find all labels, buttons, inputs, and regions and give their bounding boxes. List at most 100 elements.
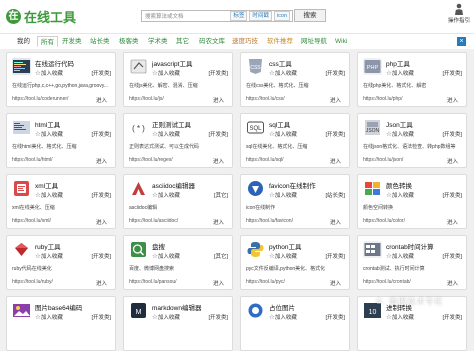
tab-9[interactable]: 软件推荐 bbox=[264, 36, 296, 47]
card-title[interactable]: 颜色转换 bbox=[386, 180, 412, 190]
card-title[interactable]: sql工具 bbox=[269, 119, 290, 129]
tool-card[interactable]: xml工具 ☆加入收藏 [开发类] xml在线美化、压缩 https://tool.lu… bbox=[6, 174, 116, 229]
enter-button[interactable]: 进入 bbox=[330, 96, 341, 104]
favorite-button[interactable]: ☆加入收藏 bbox=[386, 191, 414, 199]
tab-11[interactable]: Wiki bbox=[332, 36, 350, 47]
category-tag[interactable]: [其它] bbox=[214, 191, 228, 199]
category-tag[interactable]: [开发类] bbox=[442, 69, 462, 77]
favorite-button[interactable]: ☆加入收藏 bbox=[269, 130, 297, 138]
category-tag[interactable]: [开发类] bbox=[91, 130, 111, 138]
category-tag[interactable]: [开发类] bbox=[208, 130, 228, 138]
category-tag[interactable]: [开发类] bbox=[442, 130, 462, 138]
enter-button[interactable]: 进入 bbox=[213, 218, 224, 226]
site-logo[interactable]: 在 在线工具 bbox=[6, 7, 76, 26]
card-title[interactable]: xml工具 bbox=[35, 180, 58, 190]
favorite-button[interactable]: ☆加入收藏 bbox=[152, 252, 180, 260]
search-filter-tag[interactable]: 标签 bbox=[230, 11, 248, 21]
favorite-button[interactable]: ☆加入收藏 bbox=[35, 69, 63, 77]
favorite-button[interactable]: ☆加入收藏 bbox=[152, 191, 180, 199]
card-title[interactable]: 在线运行代码 bbox=[35, 58, 74, 68]
search-input[interactable]: 搜索算法或文档 bbox=[145, 12, 230, 20]
favorite-button[interactable]: ☆加入收藏 bbox=[386, 69, 414, 77]
enter-button[interactable]: 进入 bbox=[447, 96, 458, 104]
tab-7[interactable]: 码农文库 bbox=[196, 36, 228, 47]
tool-card[interactable]: javascript工具 ☆加入收藏 [开发类] 在线js美化、解密、混淆、压缩 htt… bbox=[123, 52, 233, 107]
category-tag[interactable]: [开发类] bbox=[208, 69, 228, 77]
card-title[interactable]: 正则测试工具 bbox=[152, 119, 191, 129]
tool-card[interactable]: 颜色转换 ☆加入收藏 [开发类] 颜色空间转换 https://tool.lu/colo… bbox=[357, 174, 467, 229]
category-tag[interactable]: [其它] bbox=[214, 252, 228, 260]
tab-3[interactable]: 站长类 bbox=[87, 36, 113, 47]
tool-card[interactable]: (*) 正则测试工具 ☆加入收藏 [开发类] 正则表达式测试、可以生成代码 https:/… bbox=[123, 113, 233, 168]
enter-button[interactable]: 进入 bbox=[447, 157, 458, 165]
enter-button[interactable]: 进入 bbox=[96, 218, 107, 226]
favorite-button[interactable]: ☆加入收藏 bbox=[152, 69, 180, 77]
category-tag[interactable]: [开发类] bbox=[325, 252, 345, 260]
tool-card[interactable]: crontab时间计算 ☆加入收藏 [开发类] crontab测试、执行时间计算 htt… bbox=[357, 235, 467, 290]
card-title[interactable]: favicon在线制作 bbox=[269, 180, 316, 190]
tab-2[interactable]: 开发类 bbox=[59, 36, 85, 47]
category-tag[interactable]: [开发类] bbox=[325, 130, 345, 138]
favorite-button[interactable]: ☆加入收藏 bbox=[269, 252, 297, 260]
enter-button[interactable]: 进入 bbox=[213, 157, 224, 165]
enter-button[interactable]: 进入 bbox=[213, 96, 224, 104]
enter-button[interactable]: 进入 bbox=[96, 157, 107, 165]
favorite-button[interactable]: ☆加入收藏 bbox=[386, 252, 414, 260]
tool-card[interactable]: ruby工具 ☆加入收藏 [开发类] ruby代码在线美化 https://tool.l… bbox=[6, 235, 116, 290]
category-tag[interactable]: [开发类] bbox=[442, 191, 462, 199]
guide-button[interactable]: 操作指引 bbox=[447, 3, 471, 24]
card-title[interactable]: php工具 bbox=[386, 58, 410, 68]
search-filter-icon[interactable]: icon bbox=[273, 11, 290, 21]
enter-button[interactable]: 进入 bbox=[213, 279, 224, 287]
favorite-button[interactable]: ☆加入收藏 bbox=[35, 130, 63, 138]
favorite-button[interactable]: ☆加入收藏 bbox=[269, 313, 297, 321]
tab-0[interactable]: 我的 bbox=[14, 36, 33, 47]
category-tag[interactable]: [站长类] bbox=[325, 191, 345, 199]
tab-5[interactable]: 学术类 bbox=[145, 36, 171, 47]
favorite-button[interactable]: ☆加入收藏 bbox=[386, 130, 414, 138]
tab-1[interactable]: 所有 bbox=[37, 36, 58, 47]
category-tag[interactable]: [开发类] bbox=[208, 313, 228, 321]
category-tag[interactable]: [开发类] bbox=[325, 313, 345, 321]
tool-card[interactable]: python工具 ☆加入收藏 [开发类] pyc文件反编译,python美化、格式化 h… bbox=[240, 235, 350, 290]
card-title[interactable]: asciidoc编辑器 bbox=[152, 180, 195, 190]
tool-card[interactable]: favicon在线制作 ☆加入收藏 [站长类] icon在线制作 https://too… bbox=[240, 174, 350, 229]
enter-button[interactable]: 进入 bbox=[447, 218, 458, 226]
favorite-button[interactable]: ☆加入收藏 bbox=[386, 313, 414, 321]
tool-card[interactable]: Mmarkdown编辑器 ☆加入收藏 [开发类] bbox=[123, 296, 233, 351]
tab-8[interactable]: 速度巧技 bbox=[229, 36, 261, 47]
tool-card[interactable]: 图片base64编码 ☆加入收藏 [开发类] bbox=[6, 296, 116, 351]
tab-4[interactable]: 极客类 bbox=[116, 36, 142, 47]
search-filter-timestamp[interactable]: 时间戳 bbox=[249, 11, 272, 21]
enter-button[interactable]: 进入 bbox=[330, 157, 341, 165]
favorite-button[interactable]: ☆加入收藏 bbox=[35, 252, 63, 260]
category-tag[interactable]: [开发类] bbox=[442, 313, 462, 321]
card-title[interactable]: Json工具 bbox=[386, 119, 413, 129]
category-tag[interactable]: [开发类] bbox=[91, 69, 111, 77]
category-tag[interactable]: [开发类] bbox=[91, 191, 111, 199]
category-tag[interactable]: [开发类] bbox=[325, 69, 345, 77]
card-title[interactable]: css工具 bbox=[269, 58, 292, 68]
tool-card[interactable]: CSS css工具 ☆加入收藏 [开发类] 在线css美化、格式化、压缩 https://… bbox=[240, 52, 350, 107]
tab-6[interactable]: 其它 bbox=[173, 36, 192, 47]
tool-card[interactable]: 占位图片 ☆加入收藏 [开发类] bbox=[240, 296, 350, 351]
enter-button[interactable]: 进入 bbox=[330, 279, 341, 287]
card-title[interactable]: markdown编辑器 bbox=[152, 302, 201, 312]
card-title[interactable]: javascript工具 bbox=[152, 58, 192, 68]
card-title[interactable]: 占位图片 bbox=[269, 302, 295, 312]
tool-card[interactable]: 在线运行代码 ☆加入收藏 [开发类] 在线运行php,c,c++,go,python,… bbox=[6, 52, 116, 107]
card-title[interactable]: ruby工具 bbox=[35, 241, 61, 251]
close-icon[interactable]: × bbox=[457, 37, 466, 46]
tool-card[interactable]: SQL sql工具 ☆加入收藏 [开发类] sql在线美化、格式化、压缩 https://… bbox=[240, 113, 350, 168]
tool-card[interactable]: PHP php工具 ☆加入收藏 [开发类] 在线php美化、格式化、解密 https://… bbox=[357, 52, 467, 107]
enter-button[interactable]: 进入 bbox=[96, 96, 107, 104]
card-title[interactable]: crontab时间计算 bbox=[386, 241, 434, 251]
enter-button[interactable]: 进入 bbox=[447, 279, 458, 287]
favorite-button[interactable]: ☆加入收藏 bbox=[35, 191, 63, 199]
enter-button[interactable]: 进入 bbox=[96, 279, 107, 287]
enter-button[interactable]: 进入 bbox=[330, 218, 341, 226]
card-title[interactable]: html工具 bbox=[35, 119, 60, 129]
search-button[interactable]: 搜索 bbox=[294, 9, 326, 22]
card-title[interactable]: 盘搜 bbox=[152, 241, 165, 251]
favorite-button[interactable]: ☆加入收藏 bbox=[35, 313, 63, 321]
